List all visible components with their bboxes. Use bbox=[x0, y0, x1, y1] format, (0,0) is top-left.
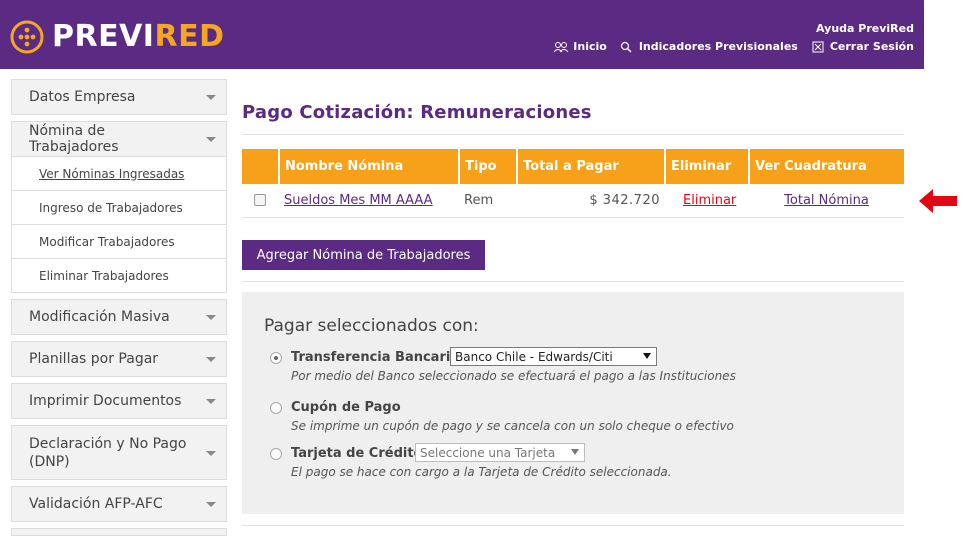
radio-tarjeta[interactable] bbox=[270, 448, 282, 460]
sidebar-item-validacion[interactable]: Validación AFP-AFC bbox=[11, 486, 227, 522]
sidebar-item-imprimir[interactable]: Imprimir Documentos bbox=[11, 383, 227, 419]
row-checkbox[interactable] bbox=[254, 194, 266, 207]
bank-select[interactable]: Banco Chile - Edwards/Citi bbox=[450, 347, 657, 366]
sidebar-item-datos-empresa[interactable]: Datos Empresa bbox=[11, 79, 227, 115]
sidebar-item-partial[interactable] bbox=[11, 528, 227, 536]
cupon-label: Cupón de Pago bbox=[291, 400, 401, 415]
sidebar-item-planillas[interactable]: Planillas por Pagar bbox=[11, 341, 227, 377]
chevron-down-icon bbox=[206, 450, 216, 456]
payment-panel: Pagar seleccionados con: Transferencia B… bbox=[242, 292, 904, 514]
logo-text: PREVIRED bbox=[52, 19, 225, 54]
tarjeta-label: Tarjeta de Crédito bbox=[291, 446, 423, 461]
sidebar-submenu-nomina: Ver Nóminas Ingresadas Ingreso de Trabaj… bbox=[11, 157, 227, 293]
header-cuadratura: Ver Cuadratura bbox=[749, 149, 904, 184]
radio-cupon[interactable] bbox=[270, 402, 282, 414]
chevron-down-icon bbox=[206, 357, 216, 362]
help-link[interactable]: Ayuda PreviRed bbox=[816, 22, 914, 35]
close-box-icon bbox=[812, 41, 824, 52]
header-eliminar: Eliminar bbox=[665, 149, 750, 184]
total-nomina-link[interactable]: Total Nómina bbox=[784, 193, 869, 208]
sidebar-item-modificacion-masiva[interactable]: Modificación Masiva bbox=[11, 299, 227, 335]
divider bbox=[242, 525, 904, 526]
payment-title: Pagar seleccionados con: bbox=[264, 316, 479, 336]
row-checkbox-cell bbox=[242, 184, 279, 218]
dropdown-arrow-icon bbox=[643, 353, 651, 359]
search-icon bbox=[620, 41, 632, 52]
header-nombre: Nombre Nómina bbox=[279, 149, 460, 184]
transferencia-desc: Por medio del Banco seleccionado se efec… bbox=[291, 369, 736, 383]
top-nav: Inicio Indicadores Previsionales Cerrar … bbox=[553, 40, 914, 53]
radio-transferencia[interactable] bbox=[270, 352, 282, 364]
sidebar-subitem-eliminar[interactable]: Eliminar Trabajadores bbox=[11, 259, 227, 293]
row-total: $ 342.720 bbox=[517, 184, 665, 218]
tarjeta-desc: El pago se hace con cargo a la Tarjeta d… bbox=[291, 465, 672, 479]
divider bbox=[242, 281, 904, 282]
table-row: Sueldos Mes MM AAAA Rem $ 342.720 Elimin… bbox=[242, 184, 904, 218]
nav-inicio[interactable]: Inicio bbox=[553, 40, 607, 53]
sidebar-item-declaracion[interactable]: Declaración y No Pago (DNP) bbox=[11, 425, 227, 480]
nav-cerrar-sesion[interactable]: Cerrar Sesión bbox=[810, 40, 914, 53]
chevron-down-icon bbox=[206, 95, 216, 100]
header-check bbox=[242, 149, 280, 184]
row-cuadratura-cell: Total Nómina bbox=[749, 184, 904, 218]
eliminar-link[interactable]: Eliminar bbox=[683, 193, 736, 208]
logo-mark-icon bbox=[10, 20, 44, 54]
nav-indicadores[interactable]: Indicadores Previsionales bbox=[619, 40, 798, 53]
card-select[interactable]: Seleccione una Tarjeta bbox=[415, 443, 585, 462]
chevron-down-icon bbox=[206, 502, 216, 507]
dropdown-arrow-icon bbox=[571, 449, 579, 455]
previred-logo[interactable]: PREVIRED bbox=[10, 20, 224, 54]
page-title: Pago Cotización: Remuneraciones bbox=[242, 102, 592, 123]
chevron-down-icon bbox=[206, 399, 216, 404]
sidebar-subitem-ver-nominas[interactable]: Ver Nóminas Ingresadas bbox=[11, 157, 227, 191]
header-total: Total a Pagar bbox=[517, 149, 666, 184]
row-nombre-cell: Sueldos Mes MM AAAA bbox=[279, 184, 459, 218]
users-icon bbox=[553, 41, 569, 52]
chevron-down-icon bbox=[206, 137, 216, 142]
sidebar-item-nomina[interactable]: Nómina de Trabajadores bbox=[11, 121, 227, 157]
nominas-table: Nombre Nómina Tipo Total a Pagar Elimina… bbox=[242, 149, 904, 218]
nomina-link[interactable]: Sueldos Mes MM AAAA bbox=[284, 193, 433, 208]
cupon-desc: Se imprime un cupón de pago y se cancela… bbox=[291, 419, 734, 433]
table-header: Nombre Nómina Tipo Total a Pagar Elimina… bbox=[242, 149, 904, 184]
row-tipo: Rem bbox=[459, 184, 517, 218]
divider bbox=[242, 134, 904, 135]
transferencia-label: Transferencia Bancaria bbox=[291, 350, 460, 365]
add-nomina-button[interactable]: Agregar Nómina de Trabajadores bbox=[242, 240, 485, 270]
top-header: PREVIRED Ayuda PreviRed Inicio Indicador… bbox=[0, 0, 924, 69]
header-tipo: Tipo bbox=[459, 149, 518, 184]
sidebar-subitem-modificar[interactable]: Modificar Trabajadores bbox=[11, 225, 227, 259]
red-arrow-icon bbox=[919, 189, 957, 213]
sidebar: Datos Empresa Nómina de Trabajadores Ver… bbox=[11, 79, 227, 536]
chevron-down-icon bbox=[206, 315, 216, 320]
sidebar-subitem-ingreso[interactable]: Ingreso de Trabajadores bbox=[11, 191, 227, 225]
row-eliminar-cell: Eliminar bbox=[665, 184, 749, 218]
